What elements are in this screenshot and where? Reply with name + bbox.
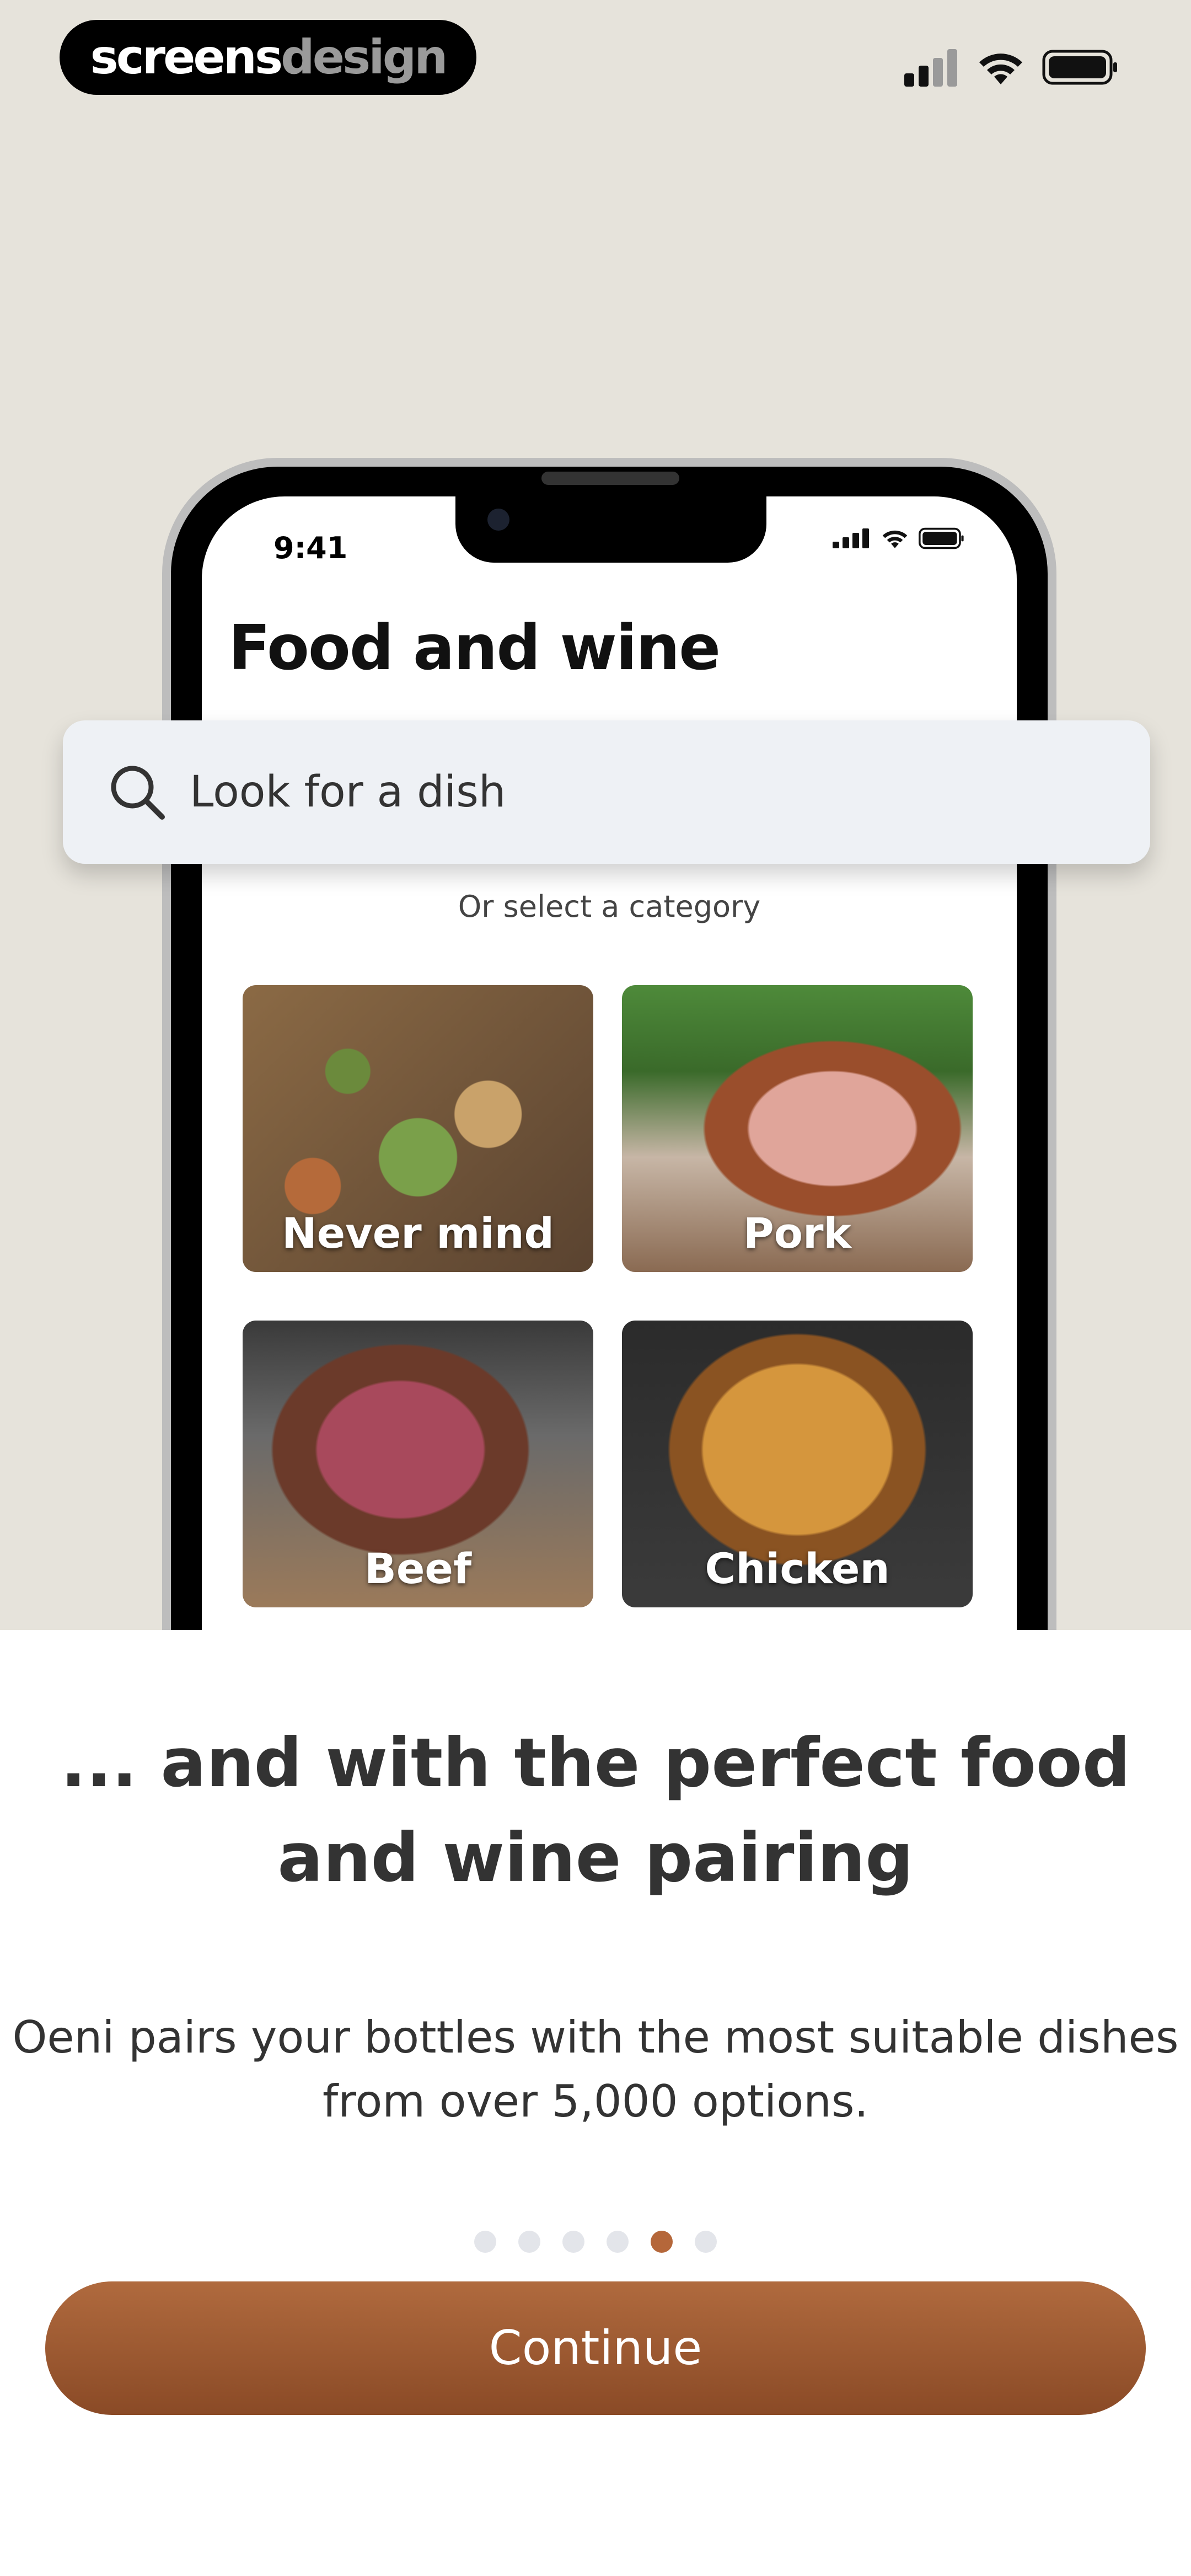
category-label: Chicken [705,1544,890,1593]
watermark-part1: screens [90,30,283,85]
phone-wifi-icon [882,530,908,548]
pagination-dots [0,2231,1191,2253]
page-dot-active [651,2231,673,2253]
category-label: Pork [743,1209,851,1258]
watermark-logo: screens design [60,20,476,95]
category-tile-never-mind[interactable]: Never mind [243,985,593,1272]
page-dot [562,2231,584,2253]
category-hint: Or select a category [458,889,761,924]
continue-button[interactable]: Continue [45,2281,1146,2415]
page-dot [607,2231,629,2253]
phone-battery-icon [919,527,964,549]
page-dot [695,2231,717,2253]
phone-camera [487,509,509,531]
category-label: Beef [364,1544,472,1593]
category-label: Never mind [282,1209,554,1258]
category-tile-pork[interactable]: Pork [622,985,973,1272]
phone-speaker [541,472,679,485]
dish-search-input[interactable]: Look for a dish [63,720,1150,864]
phone-status-icons [833,527,965,550]
category-tile-beef[interactable]: Beef [243,1321,593,1607]
phone-time: 9:41 [273,531,348,565]
status-bar [904,45,1119,89]
onboarding-title: ... and with the perfect food and wine p… [60,1724,1131,1897]
page-dot [474,2231,496,2253]
onboarding-description: Oeni pairs your bottles with the most su… [12,2012,1179,2127]
category-tile-chicken[interactable]: Chicken [622,1321,973,1607]
battery-icon [1042,50,1117,85]
page-dot [518,2231,540,2253]
phone-page-title: Food and wine [228,612,721,684]
search-placeholder: Look for a dish [190,767,506,817]
phone-signal-icon [833,528,869,548]
wifi-icon [979,54,1022,84]
search-icon [111,766,165,820]
signal-icon [904,49,957,87]
watermark-part2: design [281,30,448,85]
